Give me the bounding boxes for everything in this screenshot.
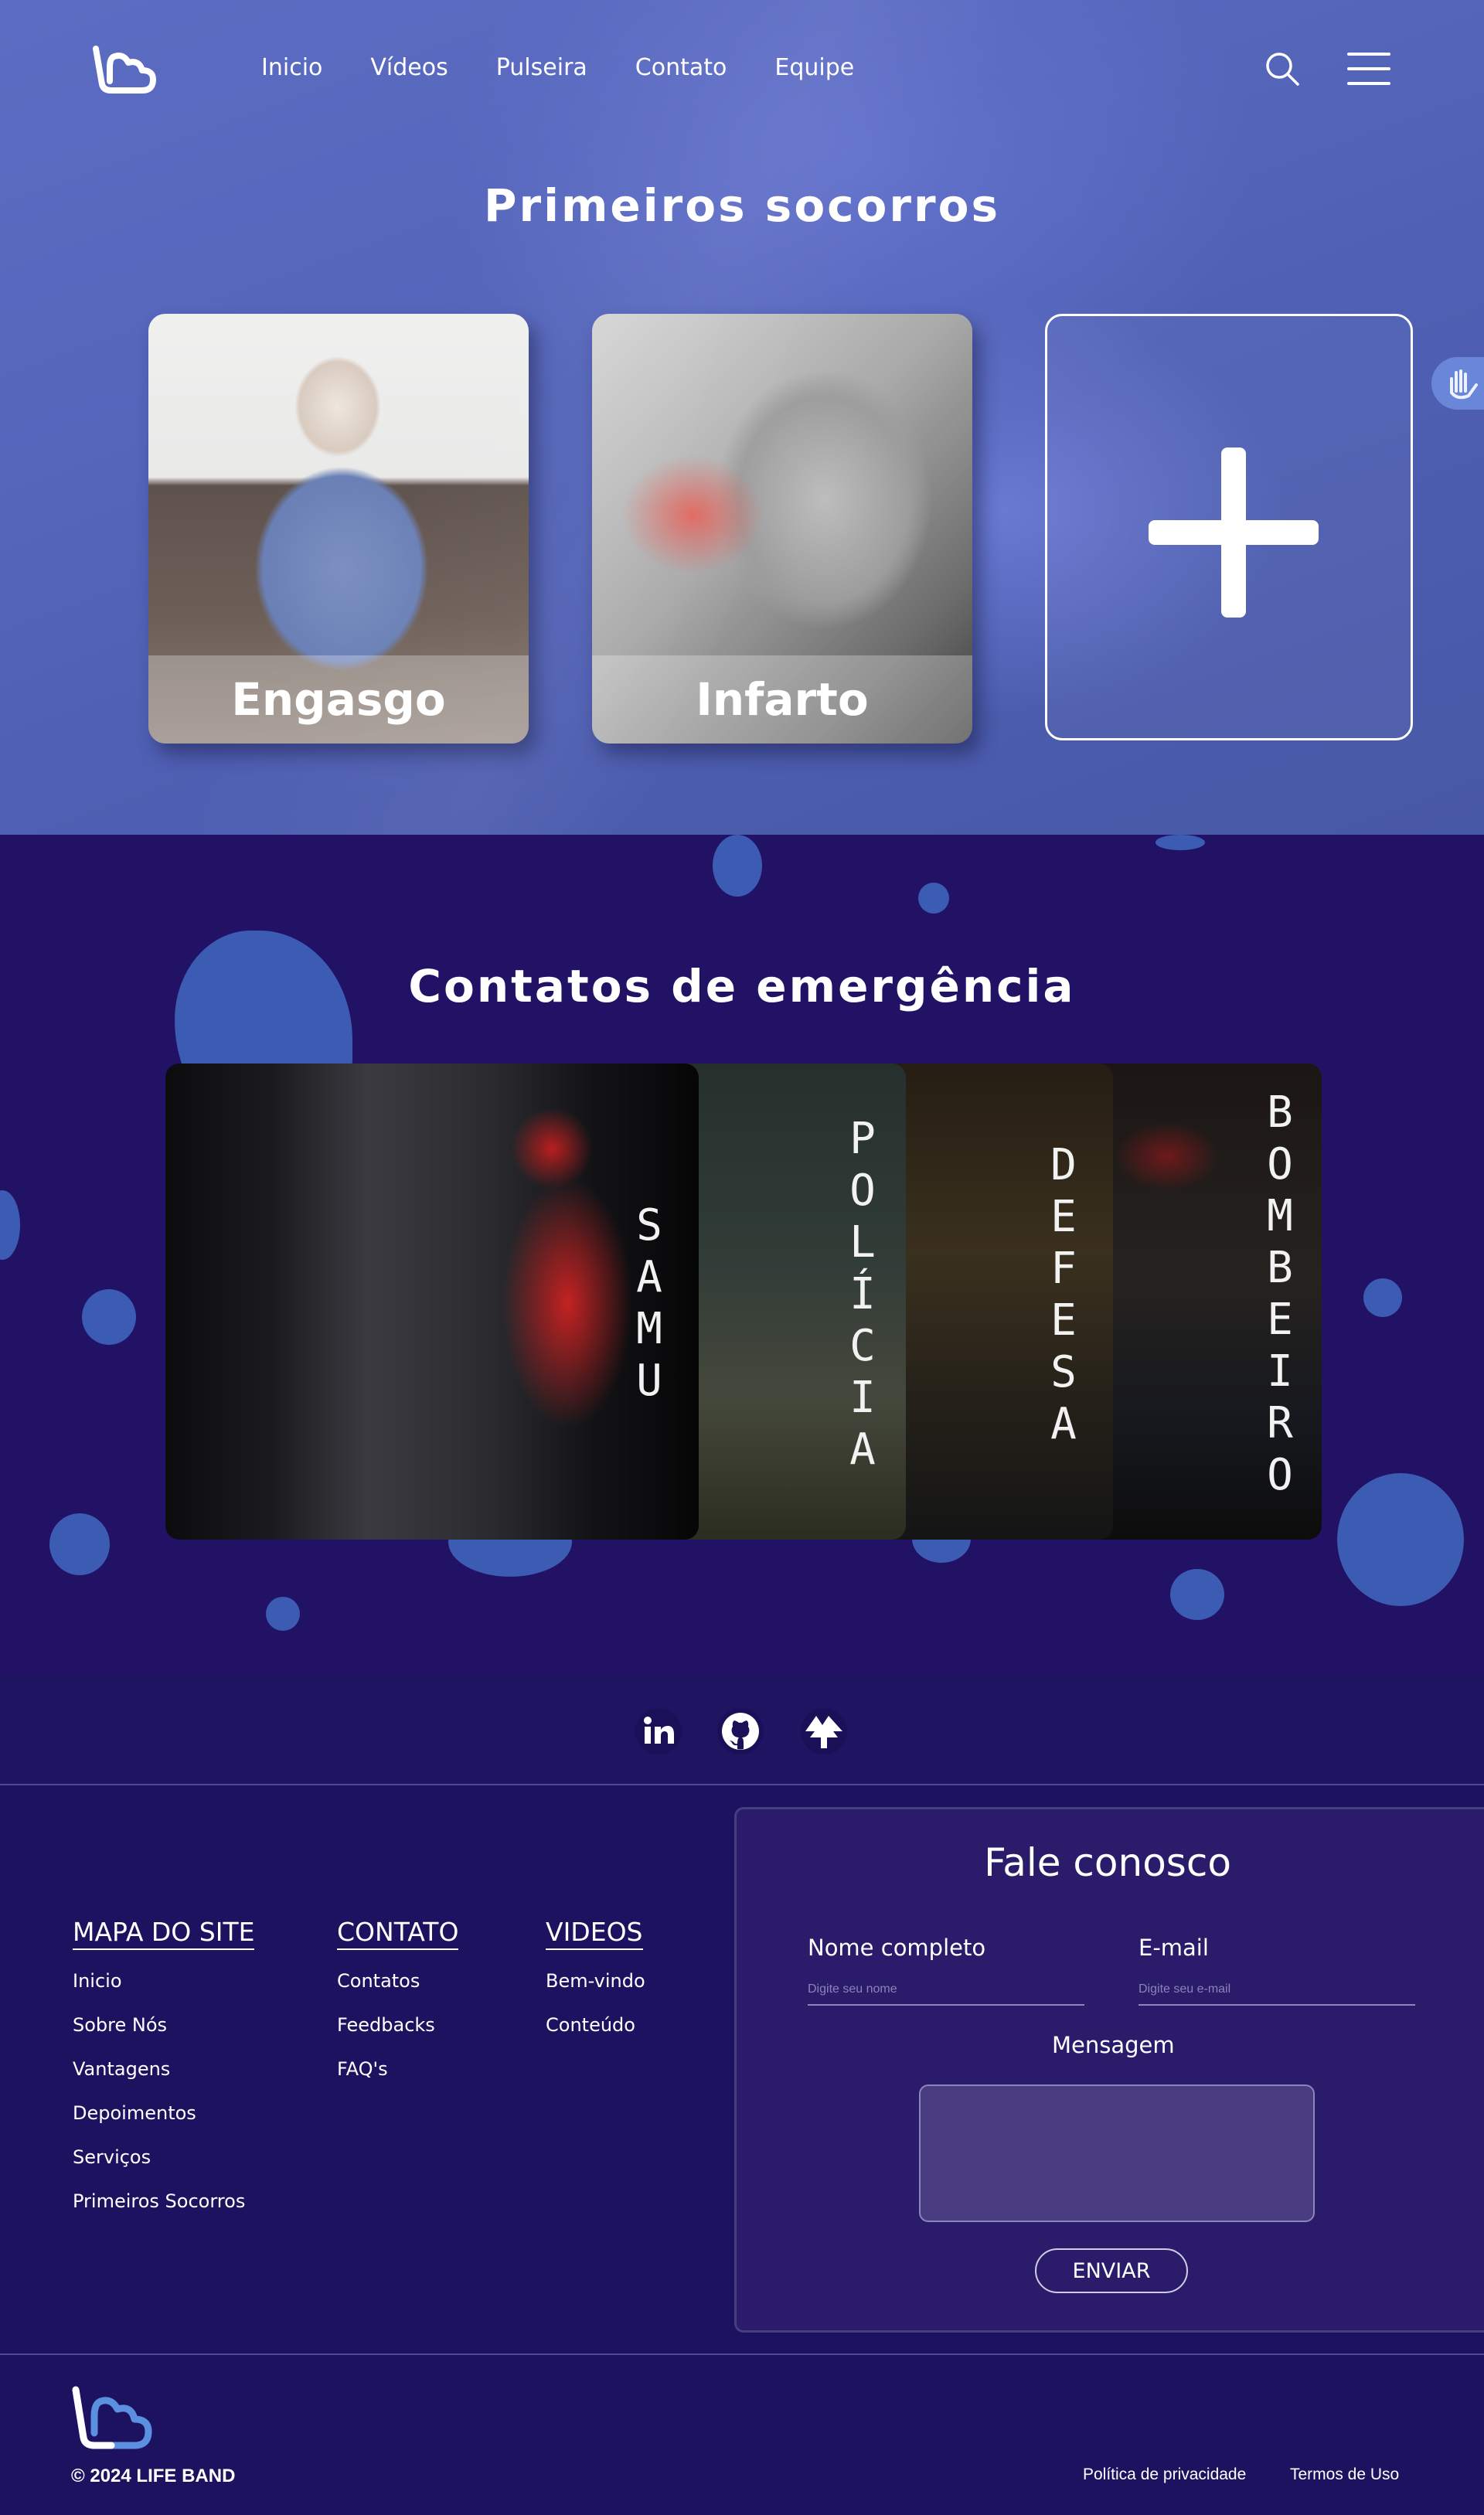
footer-link-contatos[interactable]: Contatos [337, 1970, 458, 1992]
hero-section: Inicio Vídeos Pulseira Contato Equipe Pr… [0, 0, 1484, 835]
panel-label-bombeiro: BO MB EI RO [1267, 1087, 1293, 1500]
footer-link-feedbacks[interactable]: Feedbacks [337, 2014, 458, 2036]
first-aid-title: Primeiros socorros [484, 179, 1000, 232]
footer-link-vantagens[interactable]: Vantagens [73, 2058, 254, 2080]
email-input[interactable] [1139, 1975, 1415, 2006]
emergency-panel-samu[interactable]: SA MU [165, 1064, 699, 1540]
hamburger-menu-icon[interactable] [1347, 53, 1390, 85]
footer-column-sitemap: MAPA DO SITE Inicio Sobre Nós Vantagens … [73, 1917, 255, 2234]
search-icon[interactable] [1264, 51, 1300, 87]
footer-link-primeiros-socorros[interactable]: Primeiros Socorros [73, 2190, 254, 2212]
footer-link-sobre-nos[interactable]: Sobre Nós [73, 2014, 254, 2036]
panel-label-samu: SA MU [636, 1200, 662, 1406]
email-label: E-mail [1139, 1935, 1209, 1961]
nav-link-pulseira[interactable]: Pulseira [496, 54, 587, 81]
contact-form-title: Fale conosco [984, 1840, 1231, 1885]
panel-label-defesa: DE FE SA [1050, 1140, 1077, 1449]
decorative-blob [49, 1513, 110, 1575]
life-band-footer-logo[interactable] [71, 2384, 153, 2450]
footer-link-inicio[interactable]: Inicio [73, 1970, 254, 1992]
panel-label-policia: PO LÍ CI A [849, 1114, 876, 1475]
emergency-panel-defesa[interactable]: DE FE SA [889, 1064, 1113, 1540]
footer-link-servicos[interactable]: Serviços [73, 2146, 254, 2168]
footer-bottom-divider [0, 2353, 1484, 2355]
videos-title: VIDEOS [546, 1917, 643, 1950]
emergency-contacts-section: Contatos de emergência BO MB EI RO DE FE… [0, 835, 1484, 1677]
emergency-title: Contatos de emergência [408, 960, 1076, 1012]
copyright-text: © 2024 LIFE BAND [71, 2466, 236, 2486]
decorative-blob [1170, 1569, 1224, 1620]
life-band-logo[interactable] [91, 43, 156, 94]
decorative-blob [1363, 1278, 1402, 1317]
privacy-policy-link[interactable]: Política de privacidade [1083, 2466, 1246, 2484]
linkedin-icon[interactable] [635, 1708, 682, 1754]
nav-link-videos[interactable]: Vídeos [370, 54, 448, 81]
decorative-blob [1156, 835, 1205, 850]
sitemap-title: MAPA DO SITE [73, 1917, 255, 1950]
decorative-blob [713, 835, 762, 897]
nav-link-contato[interactable]: Contato [635, 54, 727, 81]
message-label: Mensagem [1052, 2032, 1175, 2058]
sign-language-icon [1450, 369, 1478, 400]
linktree-icon[interactable] [801, 1708, 847, 1754]
decorative-blob [0, 1190, 20, 1260]
main-nav: Inicio Vídeos Pulseira Contato Equipe [261, 54, 902, 81]
github-icon[interactable] [717, 1708, 764, 1754]
contact-form: Fale conosco Nome completo E-mail Mensag… [734, 1807, 1484, 2333]
first-aid-card-engasgo[interactable]: Engasgo [148, 314, 529, 744]
decorative-blob [1337, 1473, 1464, 1606]
plus-icon [1221, 448, 1246, 618]
first-aid-card-infarto[interactable]: Infarto [592, 314, 972, 744]
footer-column-videos: VIDEOS Bem-vindo Conteúdo [546, 1917, 645, 2058]
footer-link-depoimentos[interactable]: Depoimentos [73, 2102, 254, 2124]
first-aid-card-label: Engasgo [148, 655, 529, 744]
emergency-panel-bombeiro[interactable]: BO MB EI RO [1098, 1064, 1322, 1540]
first-aid-card-label: Infarto [592, 655, 972, 744]
contact-title: CONTATO [337, 1917, 459, 1950]
accessibility-hands-button[interactable] [1431, 357, 1484, 410]
footer-column-contact: CONTATO Contatos Feedbacks FAQ's [337, 1917, 459, 2102]
decorative-blob [266, 1597, 300, 1631]
decorative-blob [82, 1289, 136, 1345]
emergency-panel-policia[interactable]: PO LÍ CI A [680, 1064, 906, 1540]
footer-link-bem-vindo[interactable]: Bem-vindo [546, 1970, 645, 1992]
add-card-button[interactable] [1045, 314, 1413, 740]
nav-link-inicio[interactable]: Inicio [261, 54, 322, 81]
decorative-blob [918, 883, 949, 914]
message-textarea[interactable] [919, 2084, 1315, 2222]
submit-button[interactable]: ENVIAR [1035, 2248, 1188, 2293]
footer-link-conteudo[interactable]: Conteúdo [546, 2014, 645, 2036]
footer-link-faqs[interactable]: FAQ's [337, 2058, 458, 2080]
terms-of-use-link[interactable]: Termos de Uso [1290, 2466, 1399, 2484]
nav-link-equipe[interactable]: Equipe [774, 54, 854, 81]
name-label: Nome completo [808, 1935, 986, 1961]
name-input[interactable] [808, 1975, 1084, 2006]
